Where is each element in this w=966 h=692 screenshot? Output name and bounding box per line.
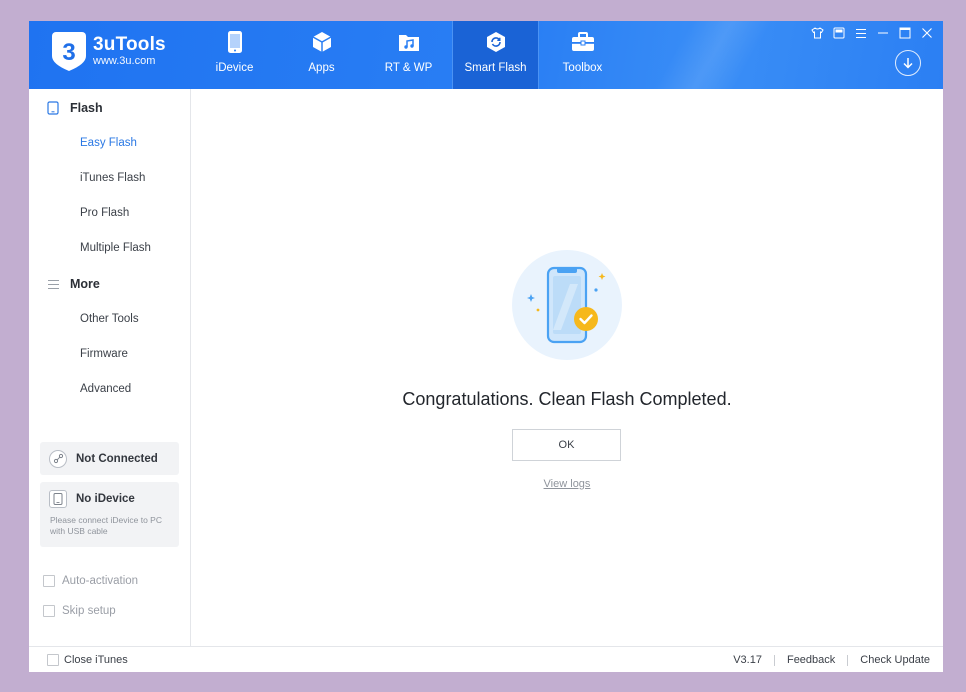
main-content: Congratulations. Clean Flash Completed. … [191,89,943,646]
sidebar-item-firmware[interactable]: Firmware [80,348,128,360]
toolbox-icon [571,29,595,55]
device-icon [49,489,67,508]
nav-rt-wp-label: RT & WP [384,62,433,74]
app-logo: 3 3uTools www.3u.com [49,29,166,73]
sidebar: Flash Easy Flash iTunes Flash Pro Flash … [29,89,191,646]
footer-divider [773,654,775,666]
link-icon [49,449,67,468]
skin-icon[interactable] [809,25,825,41]
nav-apps[interactable]: Apps [278,21,365,89]
app-url: www.3u.com [93,54,156,67]
maximize-icon[interactable] [897,25,913,41]
more-section-heading: More [46,277,100,291]
check-update-link[interactable]: Check Update [860,654,930,666]
cube-icon [310,29,334,55]
device-status-note: Please connect iDevice to PC with USB ca… [50,515,162,536]
auto-activation-option[interactable]: Auto-activation [43,575,138,587]
more-heading-label: More [70,277,100,291]
mini-mode-icon[interactable] [831,25,847,41]
logo-badge-icon: 3 [49,29,89,73]
connection-status-card: Not Connected [40,442,179,475]
sidebar-item-other-tools[interactable]: Other Tools [80,313,139,325]
footer-divider [847,654,849,666]
app-window: 3 3uTools www.3u.com iDevice Apps RT & W… [29,21,943,672]
nav-rt-wp[interactable]: RT & WP [365,21,452,89]
nav-toolbox-label: Toolbox [562,62,603,74]
refresh-box-icon [484,29,508,55]
close-itunes-checkbox[interactable] [47,654,59,666]
flash-success-illustration [512,250,622,360]
app-name: 3uTools [93,33,166,55]
feedback-link[interactable]: Feedback [787,654,835,666]
sidebar-item-pro-flash[interactable]: Pro Flash [80,207,129,219]
nav-apps-label: Apps [308,62,335,74]
list-icon [46,277,60,291]
top-header: 3 3uTools www.3u.com iDevice Apps RT & W… [29,21,943,89]
auto-activation-checkbox[interactable] [43,575,55,587]
close-itunes-label: Close iTunes [64,654,128,666]
flash-complete-message: Congratulations. Clean Flash Completed. [402,389,732,409]
device-status-card: No iDevice Please connect iDevice to PC … [40,482,179,547]
close-itunes-option[interactable]: Close iTunes [47,654,128,666]
nav-smart-flash[interactable]: Smart Flash [452,21,539,89]
flash-heading-label: Flash [70,101,103,115]
nav-smart-flash-label: Smart Flash [464,62,527,74]
sidebar-item-multiple-flash[interactable]: Multiple Flash [80,242,151,254]
main-nav: iDevice Apps RT & WP Smart Flash Toolbox [191,21,626,89]
sidebar-item-easy-flash[interactable]: Easy Flash [80,137,137,149]
minimize-icon[interactable] [875,25,891,41]
sidebar-item-advanced[interactable]: Advanced [80,383,131,395]
nav-toolbox[interactable]: Toolbox [539,21,626,89]
view-logs-link[interactable]: View logs [191,478,943,490]
close-icon[interactable] [919,25,935,41]
tablet-icon [46,101,60,115]
status-bar: Close iTunes V3.17 Feedback Check Update [29,646,943,672]
flash-section-heading: Flash [46,101,103,115]
version-label: V3.17 [733,654,762,666]
auto-activation-label: Auto-activation [62,575,139,587]
skip-setup-label: Skip setup [62,605,116,617]
connection-status-label: Not Connected [76,452,158,465]
music-folder-icon [397,29,421,55]
nav-idevice[interactable]: iDevice [191,21,278,89]
iphone-icon [223,29,247,55]
svg-text:3: 3 [62,39,75,66]
ok-button[interactable]: OK [512,429,621,461]
download-icon[interactable] [895,50,921,76]
window-controls [809,25,935,41]
skip-setup-checkbox[interactable] [43,605,55,617]
sidebar-item-itunes-flash[interactable]: iTunes Flash [80,172,145,184]
menu-icon[interactable] [853,25,869,41]
skip-setup-option[interactable]: Skip setup [43,605,116,617]
nav-idevice-label: iDevice [215,62,254,74]
device-status-label: No iDevice [76,492,135,505]
